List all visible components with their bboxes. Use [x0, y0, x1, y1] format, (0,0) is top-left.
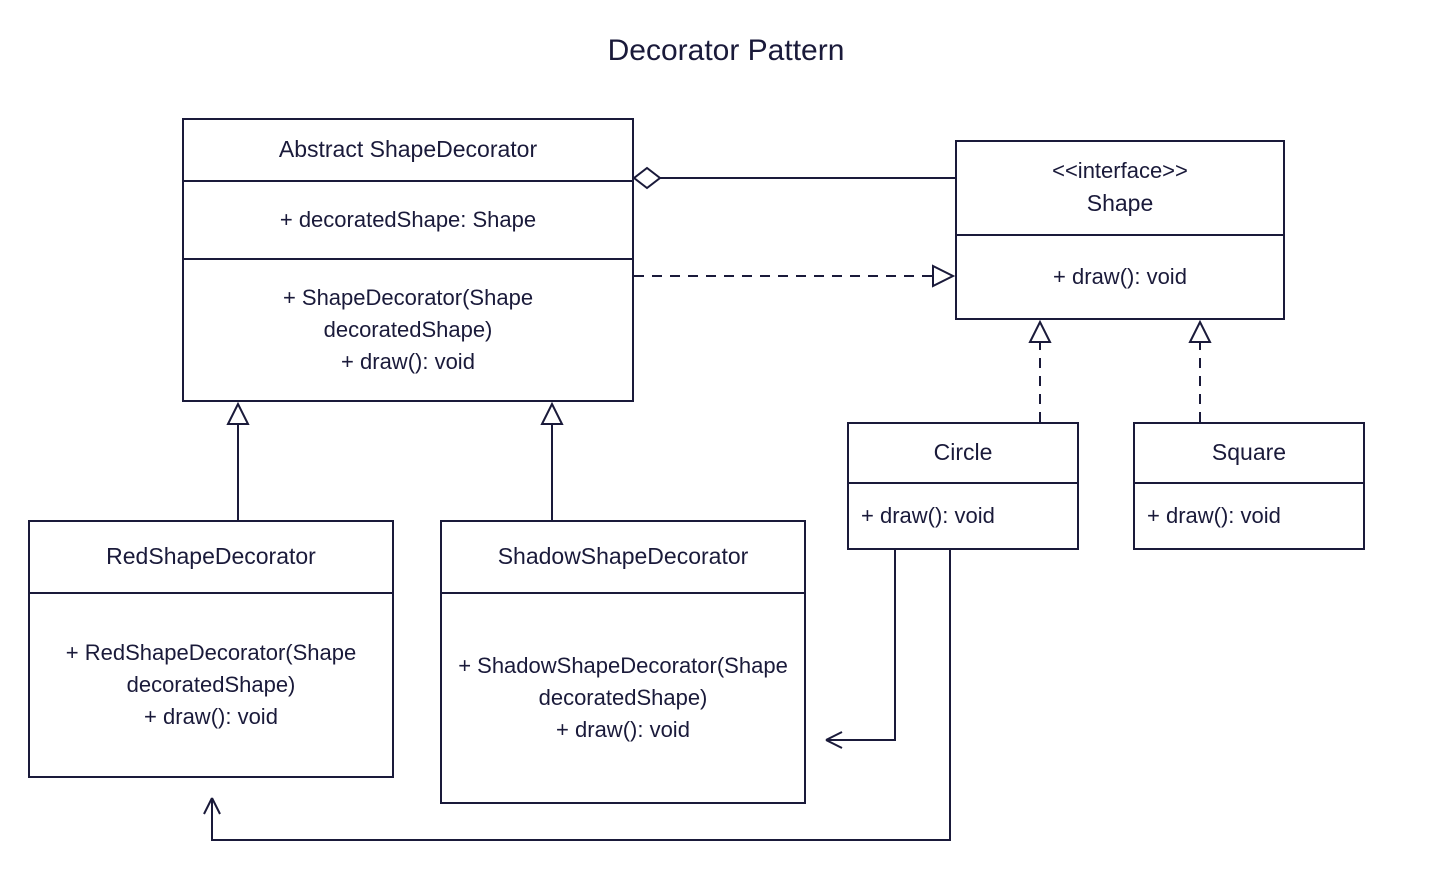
- generalization-shadow-shapedecorator: [542, 404, 562, 520]
- realization-shapedecorator-shape: [634, 266, 953, 286]
- stereotype: <<interface>>: [969, 155, 1271, 187]
- class-op: + draw(): void: [861, 500, 1065, 532]
- class-name: RedShapeDecorator: [42, 540, 380, 573]
- class-square: Square + draw(): void: [1133, 422, 1365, 550]
- class-name: Shape: [969, 187, 1271, 220]
- class-op: + draw(): void: [454, 714, 792, 746]
- aggregation-shapedecorator-shape: [634, 168, 955, 188]
- class-op: + RedShapeDecorator(Shape decoratedShape…: [42, 637, 380, 701]
- class-op: + ShapeDecorator(Shape decoratedShape): [196, 282, 620, 346]
- class-shape-interface: <<interface>> Shape + draw(): void: [955, 140, 1285, 320]
- class-op: + draw(): void: [196, 346, 620, 378]
- class-name: Circle: [861, 436, 1065, 469]
- diagram-canvas: Decorator Pattern Abstract ShapeDecorato…: [0, 0, 1452, 896]
- class-op: + draw(): void: [1147, 500, 1351, 532]
- class-red-shape-decorator: RedShapeDecorator + RedShapeDecorator(Sh…: [28, 520, 394, 778]
- realization-square-shape: [1190, 322, 1210, 422]
- class-op: + draw(): void: [969, 261, 1271, 293]
- class-op: + ShadowShapeDecorator(Shape decoratedSh…: [454, 650, 792, 714]
- class-name: Abstract ShapeDecorator: [196, 133, 620, 166]
- class-shadow-shape-decorator: ShadowShapeDecorator + ShadowShapeDecora…: [440, 520, 806, 804]
- generalization-red-shapedecorator: [228, 404, 248, 520]
- class-circle: Circle + draw(): void: [847, 422, 1079, 550]
- class-attribute: + decoratedShape: Shape: [196, 204, 620, 236]
- diagram-title: Decorator Pattern: [0, 34, 1452, 68]
- assoc-circle-shadow: [826, 550, 895, 748]
- class-op: + draw(): void: [42, 701, 380, 733]
- realization-circle-shape: [1030, 322, 1050, 422]
- class-shape-decorator: Abstract ShapeDecorator + decoratedShape…: [182, 118, 634, 402]
- class-name: ShadowShapeDecorator: [454, 540, 792, 573]
- class-name: Square: [1147, 436, 1351, 469]
